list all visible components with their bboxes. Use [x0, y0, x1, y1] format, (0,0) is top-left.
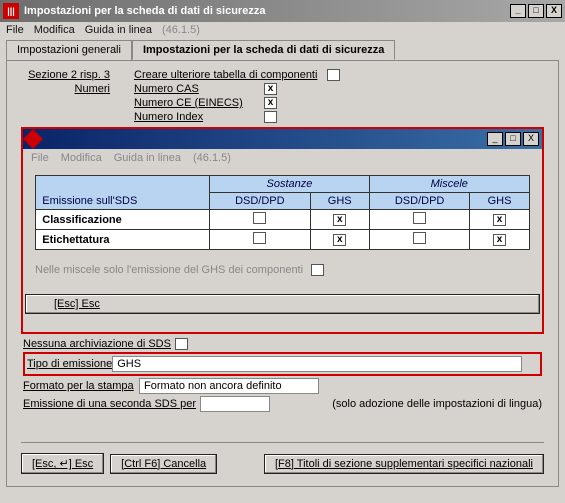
inner-menubar: File Modifica Guida in linea (46.1.5) — [23, 149, 542, 167]
menu-edit[interactable]: Modifica — [34, 24, 75, 36]
second-sds-label: Emissione di una seconda SDS per — [23, 398, 196, 410]
einecs-label: Numero CE (EINECS) — [134, 97, 264, 109]
table-group-miscele: Miscele — [369, 176, 529, 193]
numbers-label: Numeri — [15, 83, 110, 95]
classif-miscele-ghs-checkbox[interactable]: x — [493, 214, 506, 226]
etich-miscele-ghs-checkbox[interactable]: x — [493, 234, 506, 246]
tipo-emissione-highlight: Tipo di emissione GHS — [23, 352, 542, 376]
index-label: Numero Index — [134, 111, 264, 123]
cas-label: Numero CAS — [134, 83, 264, 95]
etich-sostanze-dsd-checkbox[interactable] — [253, 232, 266, 244]
inner-titlebar: _ □ X — [23, 129, 542, 149]
menu-version: (46.1.5) — [162, 24, 200, 36]
th-miscele-ghs: GHS — [470, 193, 529, 210]
etich-sostanze-ghs-checkbox[interactable]: x — [333, 234, 346, 246]
no-archive-label: Nessuna archiviazione di SDS — [23, 338, 171, 350]
inner-minimize-button[interactable]: _ — [487, 132, 503, 146]
menu-file[interactable]: File — [6, 24, 24, 36]
tab-general[interactable]: Impostazioni generali — [6, 40, 132, 60]
inner-menu-help[interactable]: Guida in linea — [114, 152, 181, 164]
index-checkbox[interactable] — [264, 111, 277, 123]
no-archive-checkbox[interactable] — [175, 338, 188, 350]
einecs-checkbox[interactable]: x — [264, 97, 277, 109]
classif-sostanze-ghs-checkbox[interactable]: x — [333, 214, 346, 226]
table-rowheader: Emissione sull'SDS — [36, 176, 210, 210]
window-titlebar: ||| Impostazioni per la scheda di dati d… — [0, 0, 565, 22]
menu-help[interactable]: Guida in linea — [85, 24, 152, 36]
row-etichettatura: Etichettatura — [36, 230, 210, 250]
inner-menu-edit[interactable]: Modifica — [61, 152, 102, 164]
table-row: Classificazione x x — [36, 210, 529, 230]
tab-panel: Sezione 2 risp. 3 Creare ulteriore tabel… — [6, 60, 559, 487]
tab-sds-settings[interactable]: Impostazioni per la scheda di dati di si… — [132, 40, 395, 60]
menubar: File Modifica Guida in linea (46.1.5) — [0, 22, 565, 38]
close-button[interactable]: X — [546, 4, 562, 18]
inner-menu-file[interactable]: File — [31, 152, 49, 164]
components-ghs-note: Nelle miscele solo l'emissione del GHS d… — [35, 264, 303, 276]
th-sostanze-dsd: DSD/DPD — [210, 193, 311, 210]
emission-table: Emissione sull'SDS Sostanze Miscele DSD/… — [35, 175, 529, 250]
th-miscele-dsd: DSD/DPD — [369, 193, 470, 210]
footer-esc-button[interactable]: [Esc, ↵] Esc — [21, 453, 104, 474]
classif-miscele-dsd-checkbox[interactable] — [413, 212, 426, 224]
table-group-sostanze: Sostanze — [210, 176, 370, 193]
components-ghs-checkbox[interactable] — [311, 264, 324, 276]
minimize-button[interactable]: _ — [510, 4, 526, 18]
inner-menu-version: (46.1.5) — [193, 152, 231, 164]
lang-note: (solo adozione delle impostazioni di lin… — [332, 398, 542, 410]
tipo-emissione-label: Tipo di emissione — [27, 358, 112, 370]
cas-checkbox[interactable]: x — [264, 83, 277, 95]
second-sds-input[interactable] — [200, 396, 270, 412]
etich-miscele-dsd-checkbox[interactable] — [413, 232, 426, 244]
classif-sostanze-dsd-checkbox[interactable] — [253, 212, 266, 224]
inner-app-icon — [23, 129, 43, 149]
footer-f8-button[interactable]: [F8] Titoli di sezione supplementari spe… — [264, 454, 544, 474]
app-icon: ||| — [3, 3, 19, 19]
inner-esc-button[interactable]: [Esc] Esc — [25, 294, 540, 314]
inner-maximize-button[interactable]: □ — [505, 132, 521, 146]
tipo-emissione-input[interactable]: GHS — [112, 356, 522, 372]
window-title: Impostazioni per la scheda di dati di si… — [24, 5, 508, 17]
formato-input[interactable]: Formato non ancora definito — [139, 378, 319, 394]
create-table-checkbox[interactable] — [327, 69, 340, 81]
th-sostanze-ghs: GHS — [310, 193, 369, 210]
footer-cancel-button[interactable]: [Ctrl F6] Cancella — [110, 454, 217, 474]
inner-window: _ □ X File Modifica Guida in linea (46.1… — [21, 127, 544, 334]
inner-close-button[interactable]: X — [523, 132, 539, 146]
row-classificazione: Classificazione — [36, 210, 210, 230]
maximize-button[interactable]: □ — [528, 4, 544, 18]
formato-label: Formato per la stampa — [23, 380, 135, 392]
table-row: Etichettatura x x — [36, 230, 529, 250]
section-link[interactable]: Sezione 2 risp. 3 — [15, 69, 110, 81]
create-table-label: Creare ulteriore tabella di componenti — [134, 69, 317, 81]
